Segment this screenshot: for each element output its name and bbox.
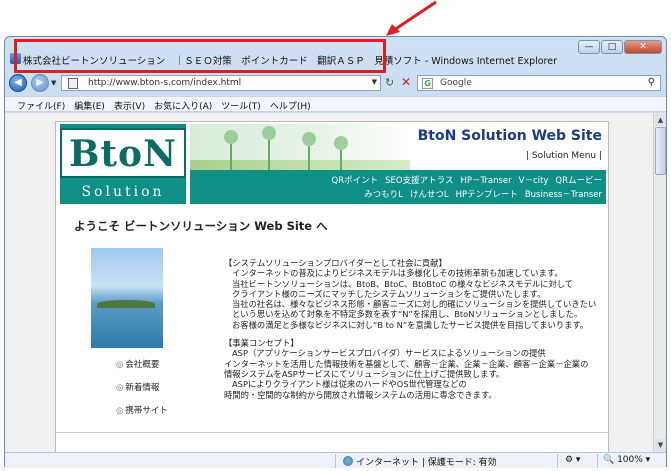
menu-tools[interactable]: ツール(T)	[217, 97, 266, 112]
menu-favorites[interactable]: お気に入り(A)	[150, 97, 217, 112]
status-bar: インターネット | 保護モード: 有効 ⚙ ▾ 🔍 100% ▾	[5, 452, 666, 468]
red-highlight-box	[14, 39, 386, 73]
security-zone[interactable]: インターネット | 保護モード: 有効	[343, 455, 497, 468]
site-header: BtoN Solution Web Site | Solution Menu |…	[190, 124, 606, 204]
close-button[interactable]: ✕	[624, 40, 662, 54]
site-title: BtoN Solution Web Site	[417, 128, 602, 144]
zoom-level[interactable]: 🔍 100% ▾	[603, 455, 650, 465]
bullet-icon: ◎	[116, 360, 124, 370]
minimize-button[interactable]: —	[578, 40, 600, 54]
address-input[interactable]: http://www.bton-s.com/index.html ▼	[61, 75, 381, 91]
concept-line: 情報システムをASPサービスにてソリューションに仕上げご提供致します。	[224, 368, 505, 379]
menu-view[interactable]: 表示(V)	[110, 97, 150, 112]
link-news[interactable]: ◎ 新着情報	[116, 381, 168, 393]
scroll-down-icon[interactable]: ▼	[655, 439, 666, 451]
intro-line: 当社ビートンソリューションは、BtoB、BtoC、BtoBtoC の様々なビジネ…	[232, 278, 574, 289]
menu-edit[interactable]: 編集(E)	[70, 97, 110, 112]
side-links: ◎ 会社概要 ◎ 新着情報 ◎ 携帯サイト	[116, 358, 168, 427]
site-nav: QRポイント SEO支援アトラス HP－Transer V－city QRムービ…	[190, 170, 606, 204]
address-row: ◀ ▶ ▼ http://www.bton-s.com/index.html ▼…	[5, 73, 666, 93]
window-controls: — □ ✕	[578, 40, 662, 54]
nav-link[interactable]: QRムービー	[555, 174, 602, 186]
forward-icon[interactable]: ▶	[31, 74, 49, 92]
sea-photo	[91, 248, 163, 348]
page-icon	[68, 78, 78, 89]
welcome-heading: ようこそ ビートンソリューション Web Site へ	[74, 219, 328, 233]
scroll-thumb[interactable]	[655, 127, 666, 175]
page-viewport: BtoN Solution BtoN Solution Web Site | S…	[5, 113, 653, 452]
browser-window: 株式会社ビートンソリューション ｜ＳＥＯ対策 ポイントカード 翻訳ＡＳＰ 見積ソ…	[4, 36, 667, 468]
logo-main-text: BtoN	[60, 128, 186, 178]
nav-link[interactable]: V－city	[519, 174, 549, 186]
header-photo	[190, 124, 410, 170]
history-dropdown-icon[interactable]: ▼	[51, 79, 56, 87]
concept-line: ASP（アプリケーションサービスプロバイダ）サービスによるソリューションの提供	[232, 348, 546, 359]
nav-link[interactable]: SEO支援アトラス	[385, 174, 453, 186]
red-arrow-icon	[386, 0, 437, 36]
intro-heading: 【システムソリューションプロバイダーとして社会に貢献】	[224, 258, 447, 268]
concept-heading: 【事業コンセプト】	[224, 338, 299, 349]
footer-divider	[56, 432, 610, 433]
website: BtoN Solution BtoN Solution Web Site | S…	[55, 121, 610, 452]
search-input[interactable]: G Google ⚲	[417, 75, 661, 91]
stop-icon[interactable]: ✕	[401, 75, 411, 89]
concept-line: インターネットを活用した情報技術を基盤として、顧客－企業、企業－企業、顧客－企業…	[224, 358, 589, 369]
nav-link[interactable]: HP－Transer	[460, 174, 511, 186]
protected-mode-icon[interactable]: ⚙ ▾	[565, 455, 580, 465]
nav-link[interactable]: HPテンプレート	[456, 188, 518, 200]
solution-menu-label: | Solution Menu |	[525, 151, 602, 161]
nav-link[interactable]: けんせつL	[410, 188, 449, 200]
globe-icon	[343, 456, 353, 466]
intro-text: 【システムソリューションプロバイダーとして社会に貢献】 インターネットの普及によ…	[224, 258, 604, 400]
intro-line: お客様の満足と多様なビジネスに対し“B to N”を意識したサービス提供を目指し…	[232, 319, 589, 330]
address-dropdown-icon[interactable]: ▼	[372, 78, 377, 86]
intro-line: という思いを込めて対象を不特定多数を表す“N”を採用し、BtoNソリューションと…	[232, 309, 583, 320]
google-icon: G	[422, 78, 433, 89]
site-logo[interactable]: BtoN Solution	[60, 124, 186, 204]
scroll-up-icon[interactable]: ▲	[655, 114, 666, 126]
logo-sub-text: Solution	[81, 184, 165, 200]
refresh-icon[interactable]: ↻	[385, 76, 394, 89]
back-icon[interactable]: ◀	[9, 74, 27, 92]
menu-bar: ファイル(F) 編集(E) 表示(V) お気に入り(A) ツール(T) ヘルプ(…	[5, 96, 666, 112]
link-company[interactable]: ◎ 会社概要	[116, 358, 168, 370]
bullet-icon: ◎	[116, 406, 124, 416]
link-mobile[interactable]: ◎ 携帯サイト	[116, 404, 168, 416]
menu-file[interactable]: ファイル(F)	[13, 97, 70, 112]
search-placeholder: Google	[440, 78, 472, 88]
intro-line: 当社の社名は、様々なビジネス形態・顧客ニーズに対し的確にソリューションを提供して…	[232, 299, 597, 310]
bullet-icon: ◎	[116, 383, 124, 393]
address-url: http://www.bton-s.com/index.html	[88, 78, 242, 88]
concept-line: ASPによりクライアント様は従来のハードやOS世代管理などの	[232, 379, 467, 390]
maximize-button[interactable]: □	[601, 40, 623, 54]
intro-line: クライアント様のニーズにマッチしたシステムソリューションをご提供いたします。	[232, 288, 546, 299]
concept-line: 時間的・空間的な制約から開放され情報システムの活用に専念できます。	[224, 389, 497, 400]
intro-line: インターネットの普及によりビジネスモデルは多様化しその技術革新も加速しています。	[232, 268, 563, 279]
nav-link[interactable]: Business－Transer	[525, 188, 602, 200]
menu-help[interactable]: ヘルプ(H)	[266, 97, 316, 112]
nav-link[interactable]: QRポイント	[332, 174, 379, 186]
nav-link[interactable]: みつもりL	[364, 188, 403, 200]
vertical-scrollbar[interactable]: ▲ ▼	[653, 113, 666, 452]
search-icon[interactable]: ⚲	[648, 77, 655, 88]
